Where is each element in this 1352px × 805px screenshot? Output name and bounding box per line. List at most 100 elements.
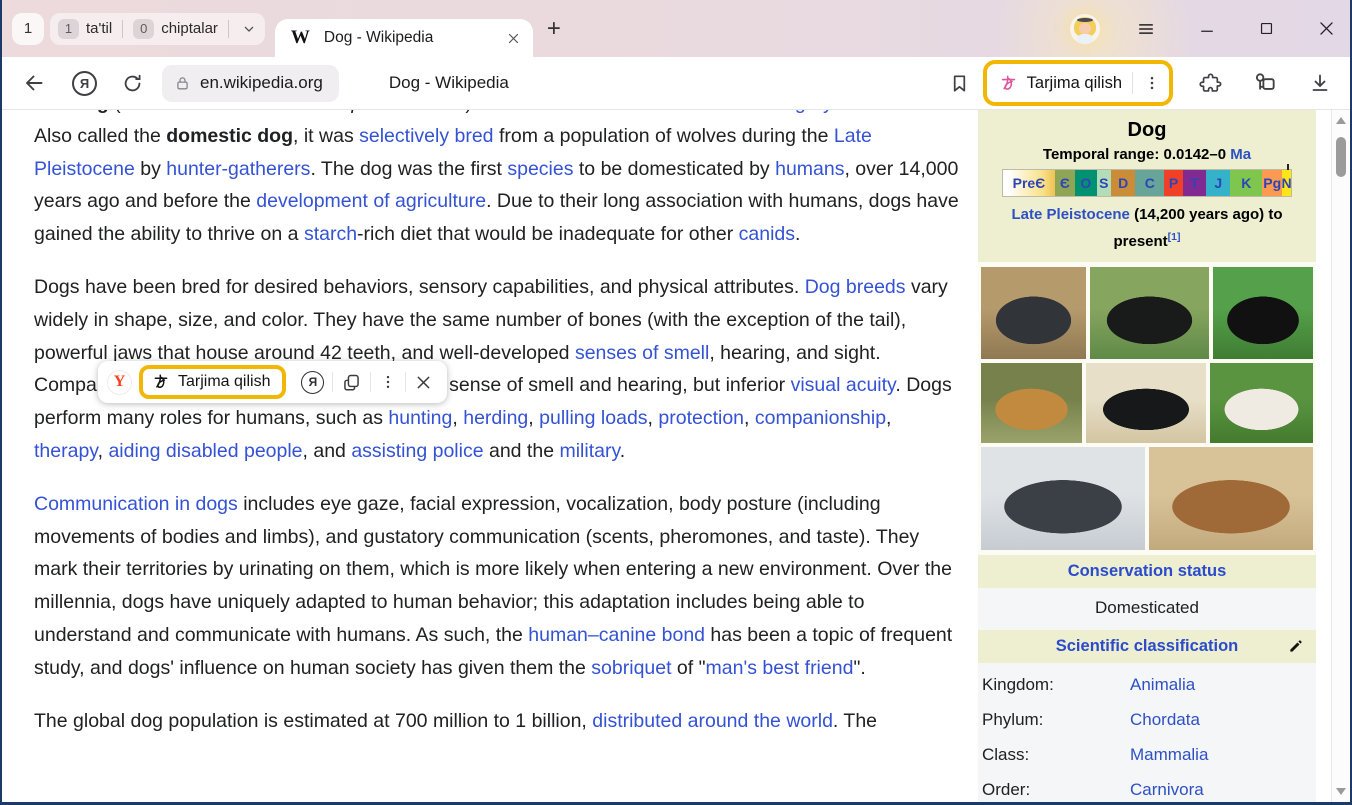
group-label[interactable]: chiptalar — [161, 20, 218, 37]
article-link[interactable]: species — [507, 158, 573, 180]
dog-photo-sled-dogs-snow[interactable] — [981, 447, 1145, 550]
browser-tab[interactable]: W Dog - Wikipedia — [275, 19, 533, 57]
copy-icon[interactable] — [341, 372, 362, 393]
dog-photo-japanese-chin-lawn[interactable] — [1213, 267, 1313, 359]
tab-group-pill[interactable]: 1 ta'til 0 chiptalar — [50, 13, 265, 45]
geo-segment[interactable]: Pg — [1262, 170, 1282, 196]
extensions-icon[interactable] — [1197, 71, 1222, 96]
group-label[interactable]: ta'til — [86, 20, 112, 37]
dog-photo-mottled-dog-running-dirt[interactable] — [981, 267, 1086, 359]
profile-avatar[interactable] — [1070, 14, 1100, 44]
more-options-icon[interactable] — [379, 373, 397, 391]
article-link[interactable]: assisting police — [351, 440, 483, 462]
menu-icon[interactable] — [1136, 19, 1156, 39]
scroll-up-arrow[interactable] — [1336, 117, 1346, 124]
taxonomy-value-link[interactable]: Carnivora — [1130, 778, 1204, 801]
geo-timeline[interactable]: PreЄЄOSDCPTJKPgN — [1003, 170, 1291, 196]
maximize-button[interactable] — [1258, 20, 1275, 37]
article-link[interactable]: starch — [304, 223, 357, 245]
article-link[interactable]: human–canine bond — [528, 624, 705, 646]
geo-segment[interactable]: C — [1135, 170, 1164, 196]
tab-close-icon[interactable] — [506, 31, 521, 46]
search-in-yandex-icon[interactable]: Я — [301, 371, 324, 394]
article-link[interactable]: military — [559, 440, 619, 462]
back-button[interactable] — [22, 71, 46, 95]
geo-segment[interactable]: D — [1111, 170, 1135, 196]
article-text-run: from a population of wolves during the — [494, 125, 834, 147]
chevron-down-icon[interactable] — [241, 21, 257, 37]
article-link[interactable]: pulling loads — [539, 407, 647, 429]
geo-segment[interactable]: T — [1183, 170, 1206, 196]
bookmark-icon[interactable] — [948, 72, 971, 95]
minimize-button[interactable] — [1198, 20, 1216, 38]
article-link[interactable]: senses of smell — [575, 342, 709, 364]
geo-segment[interactable]: P — [1164, 170, 1183, 196]
article-link[interactable]: hunter-gatherers — [166, 158, 310, 180]
article-text-run: Canis familiaris — [121, 110, 253, 114]
article-link[interactable]: gray wolf — [795, 110, 873, 114]
article-text-run: ) is a domesticated descendant of the — [465, 110, 795, 114]
dog-photo-golden-retriever-water[interactable] — [981, 363, 1082, 443]
popup-close-icon[interactable] — [414, 373, 433, 392]
article-text-run: , — [452, 407, 463, 429]
geo-segment[interactable]: J — [1206, 170, 1230, 196]
taxonomy-rank-label: Class: — [982, 743, 1130, 766]
selection-popup: Y Tarjima qilish Я — [98, 361, 447, 403]
article-link[interactable]: Communication in dogs — [34, 493, 238, 515]
dog-photo-dog-nursing-puppies-sand[interactable] — [1149, 447, 1313, 550]
article-text-run: . — [873, 110, 878, 114]
article-link[interactable]: Dog breeds — [805, 276, 906, 298]
dog-photo-black-white-dog-grass[interactable] — [1090, 267, 1210, 359]
browser-window: 1 1 ta'til 0 chiptalar W Dog - Wikipedia… — [0, 0, 1352, 805]
article-text-run: , — [744, 407, 755, 429]
taxonomy-value-link[interactable]: Mammalia — [1130, 743, 1208, 766]
geo-segment[interactable]: N — [1282, 170, 1291, 196]
edit-pencil-icon[interactable] — [1288, 638, 1304, 654]
article-link[interactable]: development of agriculture — [256, 190, 486, 212]
ma-link[interactable]: Ma — [1230, 146, 1251, 163]
password-manager-icon[interactable] — [1252, 70, 1278, 96]
article-link[interactable]: hunting — [388, 407, 452, 429]
scroll-thumb[interactable] — [1336, 137, 1346, 177]
more-options-icon[interactable] — [1143, 74, 1161, 92]
geo-segment[interactable]: PreЄ — [1003, 170, 1055, 196]
article-link[interactable]: distributed around the world — [592, 710, 833, 732]
article-link[interactable]: therapy — [34, 440, 98, 462]
tab-group-indicator[interactable]: 1 — [12, 13, 44, 45]
reload-button[interactable] — [121, 72, 144, 95]
article-link[interactable]: herding — [463, 407, 528, 429]
translate-button[interactable]: Tarjima qilish — [983, 60, 1173, 106]
article-link[interactable]: canids — [739, 223, 795, 245]
popup-translate-button[interactable]: Tarjima qilish — [139, 365, 286, 399]
navigation-toolbar: Я en.wikipedia.org Dog - Wikipedia Tarji… — [2, 57, 1350, 110]
taxonomy-value-link[interactable]: Chordata — [1130, 708, 1200, 731]
page-title-text[interactable]: Dog - Wikipedia — [389, 73, 509, 93]
article-link[interactable]: aiding disabled people — [108, 440, 302, 462]
site-info-chip[interactable]: en.wikipedia.org — [162, 65, 339, 102]
article-link[interactable]: man's best friend — [706, 657, 854, 679]
article-link[interactable]: sobriquet — [591, 657, 671, 679]
article-link[interactable]: selectively bred — [359, 125, 493, 147]
dog-photo-jack-russell-terrier-grass[interactable] — [1210, 363, 1313, 443]
article-link[interactable]: companionship — [755, 407, 886, 429]
browser-logo-icon[interactable]: Я — [72, 71, 97, 96]
reference-link[interactable]: [1] — [1168, 231, 1181, 243]
geo-segment[interactable]: Є — [1055, 170, 1075, 196]
close-window-button[interactable] — [1317, 19, 1336, 38]
new-tab-button[interactable]: + — [547, 17, 561, 41]
late-pleistocene-link[interactable]: Late Pleistocene — [1012, 206, 1130, 223]
domain-text[interactable]: en.wikipedia.org — [200, 73, 323, 93]
article-link[interactable]: humans — [775, 158, 844, 180]
downloads-icon[interactable] — [1308, 71, 1332, 95]
scrollbar[interactable] — [1331, 110, 1350, 802]
taxonomy-value-link[interactable]: Animalia — [1130, 673, 1195, 696]
article-link[interactable]: protection — [658, 407, 744, 429]
geo-segment[interactable]: O — [1075, 170, 1097, 196]
geo-segment[interactable]: S — [1097, 170, 1111, 196]
dog-photo-black-labrador-field[interactable] — [1086, 363, 1205, 443]
geo-segment[interactable]: K — [1230, 170, 1262, 196]
taxonomy-row: Order:Carnivora — [980, 772, 1314, 802]
article-link[interactable]: visual acuity — [791, 374, 896, 396]
scroll-down-arrow[interactable] — [1336, 788, 1346, 795]
article-text-run: The — [34, 110, 73, 114]
